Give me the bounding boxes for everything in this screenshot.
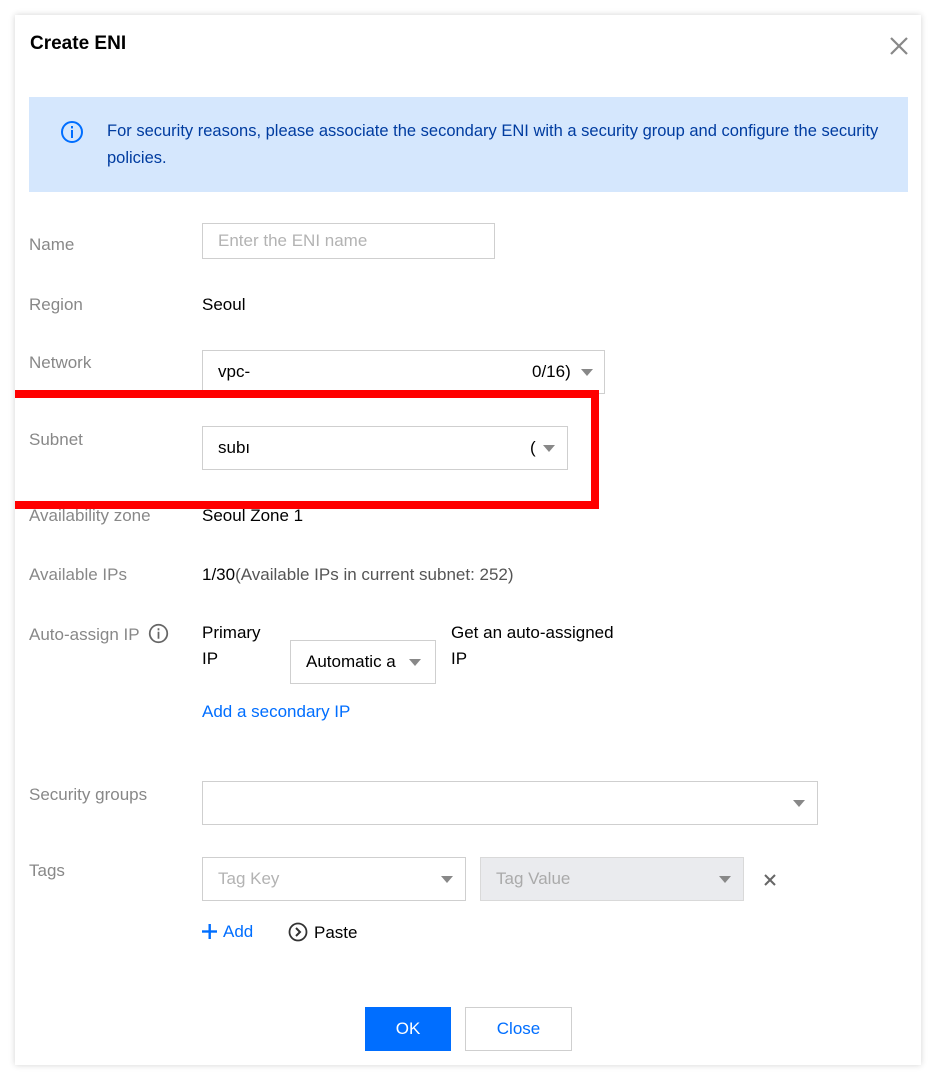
network-label: Network xyxy=(29,353,92,372)
availability-zone-label: Availability zone xyxy=(29,506,151,525)
auto-assign-hint-line1: Get an auto-assigned xyxy=(451,623,614,642)
dialog-title: Create ENI xyxy=(30,33,127,54)
subnet-select-suffix: ( xyxy=(530,438,536,457)
auto-assign-ip-text: Auto-assign IP xyxy=(29,625,140,644)
availability-zone-value: Seoul Zone 1 xyxy=(202,506,304,525)
auto-assign-hint-line2: IP xyxy=(451,649,468,668)
security-groups-select[interactable] xyxy=(202,781,818,825)
add-tag-button[interactable]: Add xyxy=(202,922,253,944)
tag-key-placeholder: Tag Key xyxy=(218,869,280,888)
available-ips-detail: (Available IPs in current subnet: 252) xyxy=(235,565,514,584)
tags-label: Tags xyxy=(29,861,65,880)
auto-assign-ip-label: Auto-assign IP xyxy=(29,623,169,649)
chevron-down-icon xyxy=(409,659,421,666)
available-ips-label: Available IPs xyxy=(29,565,127,584)
tag-key-select[interactable]: Tag Key xyxy=(202,857,466,901)
available-ips-value: 1/30(Available IPs in current subnet: 25… xyxy=(202,565,514,585)
paste-tags-button[interactable]: Paste xyxy=(288,922,357,947)
region-label: Region xyxy=(29,295,83,314)
chevron-circle-right-icon xyxy=(288,922,308,947)
primary-ip-mode-value: Automatic a xyxy=(306,652,396,671)
eni-name-input[interactable] xyxy=(202,223,495,259)
subnet-label: Subnet xyxy=(29,430,83,449)
paste-tags-label: Paste xyxy=(314,923,358,942)
primary-ip-label-line2: IP xyxy=(202,649,219,668)
info-icon[interactable] xyxy=(148,623,169,649)
close-button[interactable]: Close xyxy=(465,1007,572,1051)
subnet-select-value: subı xyxy=(218,438,251,457)
info-banner: For security reasons, please associate t… xyxy=(29,97,908,192)
info-icon xyxy=(60,120,84,144)
network-select[interactable]: vpc- 0/16) xyxy=(202,350,605,394)
create-eni-dialog: Create ENI For security reasons, please … xyxy=(15,15,921,1065)
network-select-value: vpc- xyxy=(218,362,251,381)
banner-message: For security reasons, please associate t… xyxy=(107,122,879,167)
region-value: Seoul xyxy=(202,295,246,314)
auto-assign-hint: Get an auto-assigned IP xyxy=(451,620,614,672)
ok-button[interactable]: OK xyxy=(365,1007,451,1051)
tag-value-placeholder: Tag Value xyxy=(496,869,571,888)
chevron-down-icon xyxy=(543,445,555,452)
chevron-down-icon xyxy=(719,876,731,883)
add-secondary-ip-link[interactable]: Add a secondary IP xyxy=(202,702,350,722)
subnet-select[interactable]: subı ( xyxy=(202,426,568,470)
available-ips-count: 1/30 xyxy=(202,565,236,584)
chevron-down-icon xyxy=(441,876,453,883)
security-groups-label: Security groups xyxy=(29,785,148,804)
plus-icon xyxy=(202,924,217,944)
tag-value-select: Tag Value xyxy=(480,857,744,901)
name-label: Name xyxy=(29,235,75,254)
primary-ip-label-line1: Primary xyxy=(202,623,261,642)
chevron-down-icon xyxy=(581,369,593,376)
add-tag-label: Add xyxy=(223,922,254,941)
close-icon[interactable] xyxy=(887,34,911,58)
remove-tag-icon[interactable] xyxy=(763,872,777,886)
primary-ip-mode-select[interactable]: Automatic a xyxy=(290,640,436,684)
primary-ip-label: Primary IP xyxy=(202,620,261,672)
network-select-cidr: 0/16) xyxy=(532,362,571,381)
chevron-down-icon xyxy=(793,800,805,807)
